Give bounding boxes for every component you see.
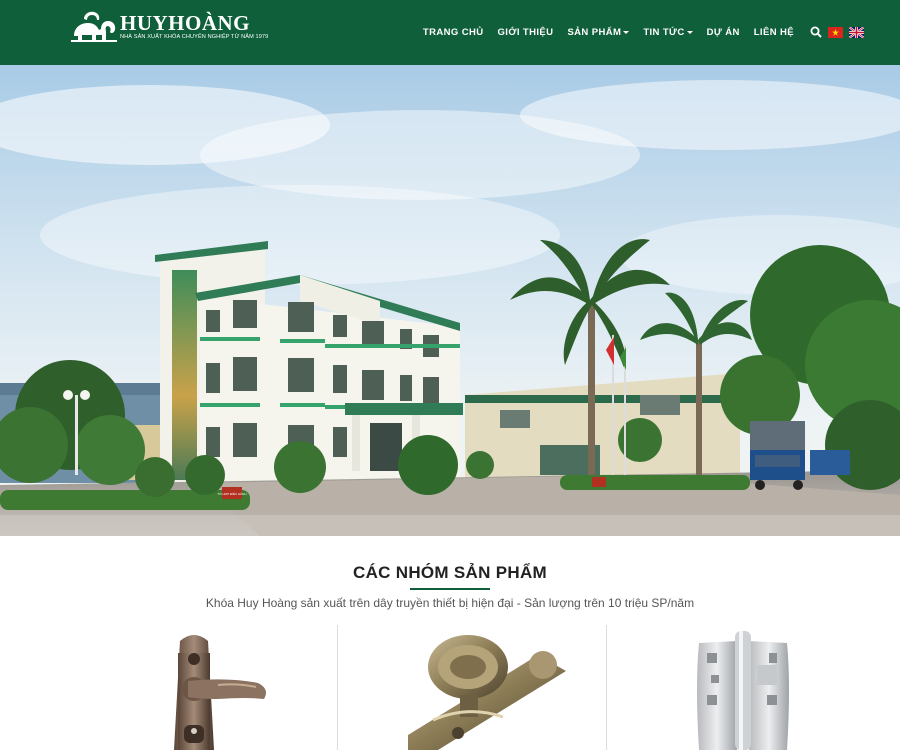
nav-about-label: GIỚI THIỆU — [497, 26, 554, 38]
logo-tagline: NHÀ SẢN XUẤT KHÓA CHUYÊN NGHIỆP TỪ NĂM 1… — [120, 34, 269, 40]
main-nav: TRANG CHỦ GIỚI THIỆU SẢN PHẨM TIN TỨC DỰ… — [423, 22, 864, 42]
nav-news-label: TIN TỨC — [643, 26, 685, 38]
knob-lock-image — [407, 635, 566, 750]
product-hinge[interactable] — [606, 625, 876, 750]
nav-home[interactable]: TRANG CHỦ — [423, 27, 484, 38]
nav-projects[interactable]: DỰ ÁN — [707, 27, 740, 38]
products-section-title: CÁC NHÓM SẢN PHẨM — [353, 563, 547, 582]
product-knob-lock[interactable] — [336, 625, 607, 750]
vietnam-flag-icon[interactable] — [828, 26, 843, 38]
elephant-logo-icon — [71, 11, 117, 42]
factory-photo: TỔ HỢP ĐIỀU HÀNH — [0, 65, 900, 536]
nav-about[interactable]: GIỚI THIỆU — [498, 27, 554, 38]
nav-home-label: TRANG CHỦ — [422, 26, 484, 38]
product-groups — [68, 625, 876, 750]
nav-products-label: SẢN PHẨM — [567, 26, 622, 38]
logo-wordmark: HUYHOÀNG — [120, 11, 250, 35]
nav-news[interactable]: TIN TỨC — [643, 26, 693, 38]
products-section-subtitle: Khóa Huy Hoàng sản xuất trên dây truyền … — [205, 596, 695, 610]
nav-products[interactable]: SẢN PHẨM — [567, 26, 630, 38]
search-icon[interactable] — [810, 26, 822, 38]
site-header: HUYHOÀNG NHÀ SẢN XUẤT KHÓA CHUYÊN NGHIỆP… — [0, 0, 900, 65]
hero-banner: TỔ HỢP ĐIỀU HÀNH — [0, 65, 900, 536]
site-logo[interactable]: HUYHOÀNG NHÀ SẢN XUẤT KHÓA CHUYÊN NGHIỆP… — [70, 10, 280, 46]
hero-sign-text: TỔ HỢP ĐIỀU HÀNH — [217, 491, 246, 496]
caret-down-icon — [623, 30, 630, 34]
uk-flag-icon[interactable] — [849, 26, 864, 38]
nav-projects-label: DỰ ÁN — [706, 26, 740, 38]
hinge-image — [697, 631, 790, 750]
nav-contact-label: LIÊN HỆ — [753, 26, 794, 38]
lever-handle-image — [174, 635, 266, 750]
title-underline — [410, 588, 490, 590]
caret-down-icon — [686, 30, 693, 34]
product-lever-handle[interactable] — [68, 625, 337, 750]
nav-contact[interactable]: LIÊN HỆ — [754, 27, 794, 38]
